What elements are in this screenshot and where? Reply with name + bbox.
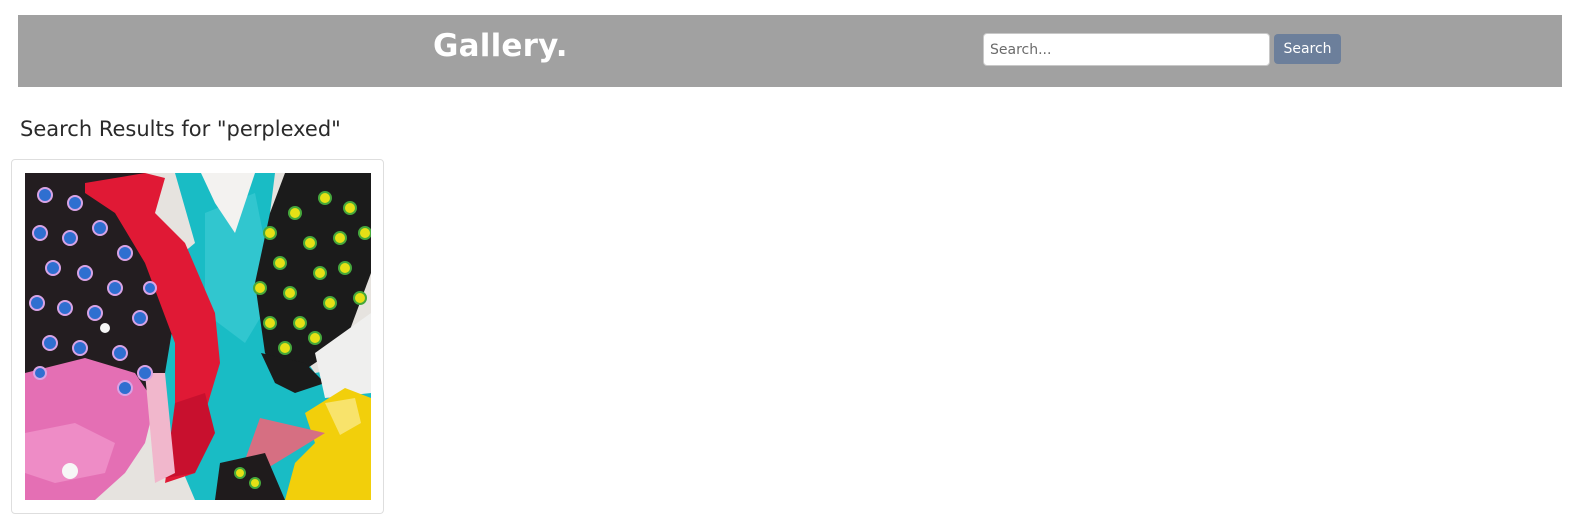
site-logo[interactable]: Gallery. [433,28,568,64]
artwork-image[interactable] [25,173,371,500]
results-title: Search Results for "perplexed" [20,117,341,141]
result-card[interactable] [11,159,384,514]
search-button[interactable]: Search [1274,34,1341,64]
search-input[interactable] [983,33,1270,66]
site-header: Gallery. Search [18,15,1562,87]
